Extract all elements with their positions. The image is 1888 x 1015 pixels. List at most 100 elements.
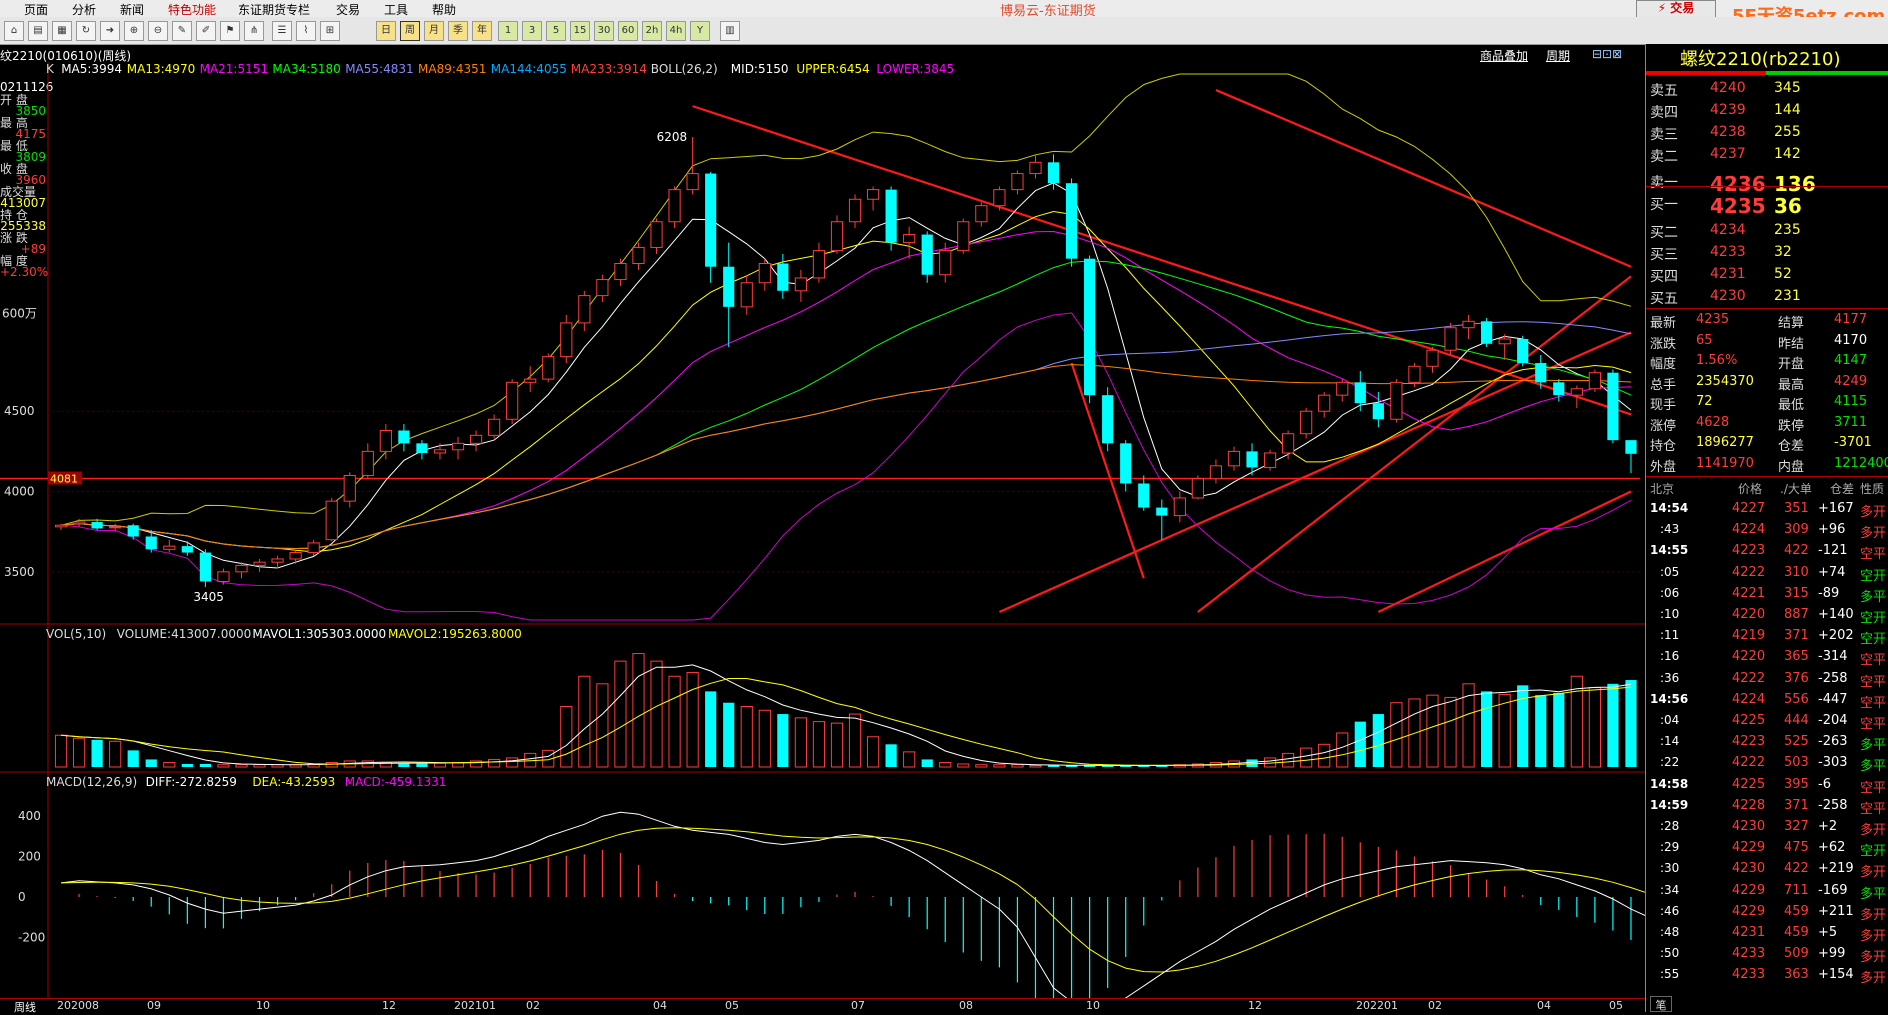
tick-nature: 空开 (1860, 568, 1887, 584)
line-chart-icon[interactable]: ⌇ (296, 21, 316, 41)
tick-price: 4224 (1732, 691, 1766, 707)
candle-body (163, 545, 176, 550)
menu-item-news[interactable]: 新闻 (120, 1, 144, 18)
menu-item-page[interactable]: 页面 (24, 1, 48, 18)
period-button-3m[interactable]: 3 (522, 21, 542, 41)
tick-change: +62 (1818, 840, 1846, 856)
window-controls-icon[interactable]: ⊟⊡⊠ (1592, 47, 1622, 61)
candle-body (993, 189, 1006, 207)
candle-body (578, 295, 591, 324)
flag-icon[interactable]: ⚑ (220, 21, 240, 41)
tick-nature: 多开 (1860, 865, 1887, 881)
magnet-icon[interactable]: ⋔ (244, 21, 264, 41)
tick-row: :43 4224 309 +96 多开 (1646, 520, 1888, 541)
chart-icon[interactable]: ▦ (52, 21, 72, 41)
stat-value: 65 (1696, 332, 1713, 348)
bid-row: 买四 4231 52 (1646, 264, 1888, 285)
candle-body (1336, 381, 1349, 396)
tick-volume: 503 (1784, 755, 1809, 771)
chart-area[interactable]: 450040003500K MA5:3994 MA13:4970 MA21:5151 M… (0, 62, 1645, 998)
page-icon[interactable]: ▤ (28, 21, 48, 41)
period-button-week[interactable]: 周 (400, 21, 420, 41)
volume-bar (181, 763, 193, 767)
tick-row: :10 4220 887 +140 空开 (1646, 605, 1888, 626)
tick-nature: 空平 (1860, 695, 1887, 711)
period-button-60m[interactable]: 60 (618, 21, 638, 41)
candle-body (524, 378, 537, 383)
list-icon[interactable]: ☰ (272, 21, 292, 41)
menu-item-trade[interactable]: 交易 (336, 1, 360, 18)
menu-item-column[interactable]: 东证期货专栏 (238, 1, 310, 18)
ticks-divider (1646, 476, 1888, 477)
refresh-icon[interactable]: ↻ (76, 21, 96, 41)
tick-price: 4229 (1732, 840, 1766, 856)
tick-row: 14:58 4225 395 -6 空平 (1646, 775, 1888, 796)
period-button-month[interactable]: 月 (424, 21, 444, 41)
draw-icon[interactable]: ✎ (172, 21, 192, 41)
period-button-2h[interactable]: 2h (642, 21, 662, 41)
tick-time: :11 (1660, 628, 1680, 643)
menu-item-help[interactable]: 帮助 (432, 1, 456, 18)
zoom-out-icon[interactable]: ⊖ (148, 21, 168, 41)
period-button-4h[interactable]: 4h (666, 21, 686, 41)
period-button-quarter[interactable]: 季 (448, 21, 468, 41)
tick-tab[interactable]: 笔 (1650, 996, 1672, 1012)
brush-icon[interactable]: ✐ (196, 21, 216, 41)
tick-change: +74 (1818, 564, 1846, 580)
candle-body (632, 246, 645, 264)
table-icon[interactable]: ⊞ (320, 21, 340, 41)
tick-time: 14:54 (1650, 501, 1689, 515)
menu-item-tools[interactable]: 工具 (384, 1, 408, 18)
ask-row: 卖一 4236 136 (1646, 170, 1888, 196)
ma-line (60, 210, 1632, 553)
candle-body (72, 521, 86, 525)
period-button-year[interactable]: 年 (472, 21, 492, 41)
time-axis-tick: 07 (851, 999, 865, 1012)
indicator-label: LOWER:3845 (876, 62, 954, 76)
trade-button[interactable]: ⚡ 交易 (1636, 0, 1716, 18)
bid-level-label: 买五 (1650, 291, 1678, 307)
period-button-15m[interactable]: 15 (570, 21, 590, 41)
tick-row: :16 4220 365 -314 空平 (1646, 647, 1888, 668)
bid-row: 买三 4233 32 (1646, 242, 1888, 263)
volume-bar (614, 660, 627, 768)
calendar-icon[interactable]: ▥ (720, 21, 740, 41)
period-button-30m[interactable]: 30 (594, 21, 614, 41)
ask-price: 4239 (1710, 102, 1746, 118)
tick-time: :46 (1660, 903, 1680, 918)
period-button-day[interactable]: 日 (376, 21, 396, 41)
tick-nature: 多开 (1860, 950, 1887, 966)
tick-nature: 多平 (1860, 738, 1887, 754)
tick-time: :28 (1660, 819, 1680, 833)
zoom-in-icon[interactable]: ⊕ (124, 21, 144, 41)
candle-body (740, 282, 753, 308)
arrow-icon[interactable]: ➜ (100, 21, 120, 41)
tick-row: :36 4222 376 -258 空平 (1646, 669, 1888, 690)
period-button-y[interactable]: Y (690, 21, 710, 41)
tick-header-nature: 性质 (1860, 482, 1885, 496)
stat-value: 4628 (1696, 414, 1730, 430)
candle-body (560, 322, 573, 358)
bid-volume: 52 (1774, 266, 1792, 282)
menu-item-features[interactable]: 特色功能 (168, 1, 216, 18)
period-button-1m[interactable]: 1 (498, 21, 518, 41)
tick-change: +2 (1818, 819, 1838, 834)
tick-price: 4229 (1732, 903, 1766, 919)
tick-volume: 376 (1784, 670, 1809, 686)
tick-time: :50 (1660, 946, 1680, 961)
stat-label: 跌停 (1778, 418, 1805, 434)
candle-body (1173, 497, 1186, 517)
indicator-label: MA55:4831 (345, 62, 413, 76)
tick-change: +140 (1818, 607, 1854, 622)
candle-body (596, 279, 609, 297)
volume-bar (145, 759, 157, 767)
period-button-5m[interactable]: 5 (546, 21, 566, 41)
menu-item-analysis[interactable]: 分析 (72, 1, 96, 18)
candle-body (921, 234, 933, 275)
trendline-up (1377, 490, 1632, 613)
candle-body (1570, 388, 1583, 396)
macd-axis-label: 400 (18, 809, 41, 823)
tick-time: :04 (1660, 713, 1680, 727)
home-icon[interactable]: ⌂ (4, 21, 24, 41)
candle-body (1354, 382, 1366, 404)
